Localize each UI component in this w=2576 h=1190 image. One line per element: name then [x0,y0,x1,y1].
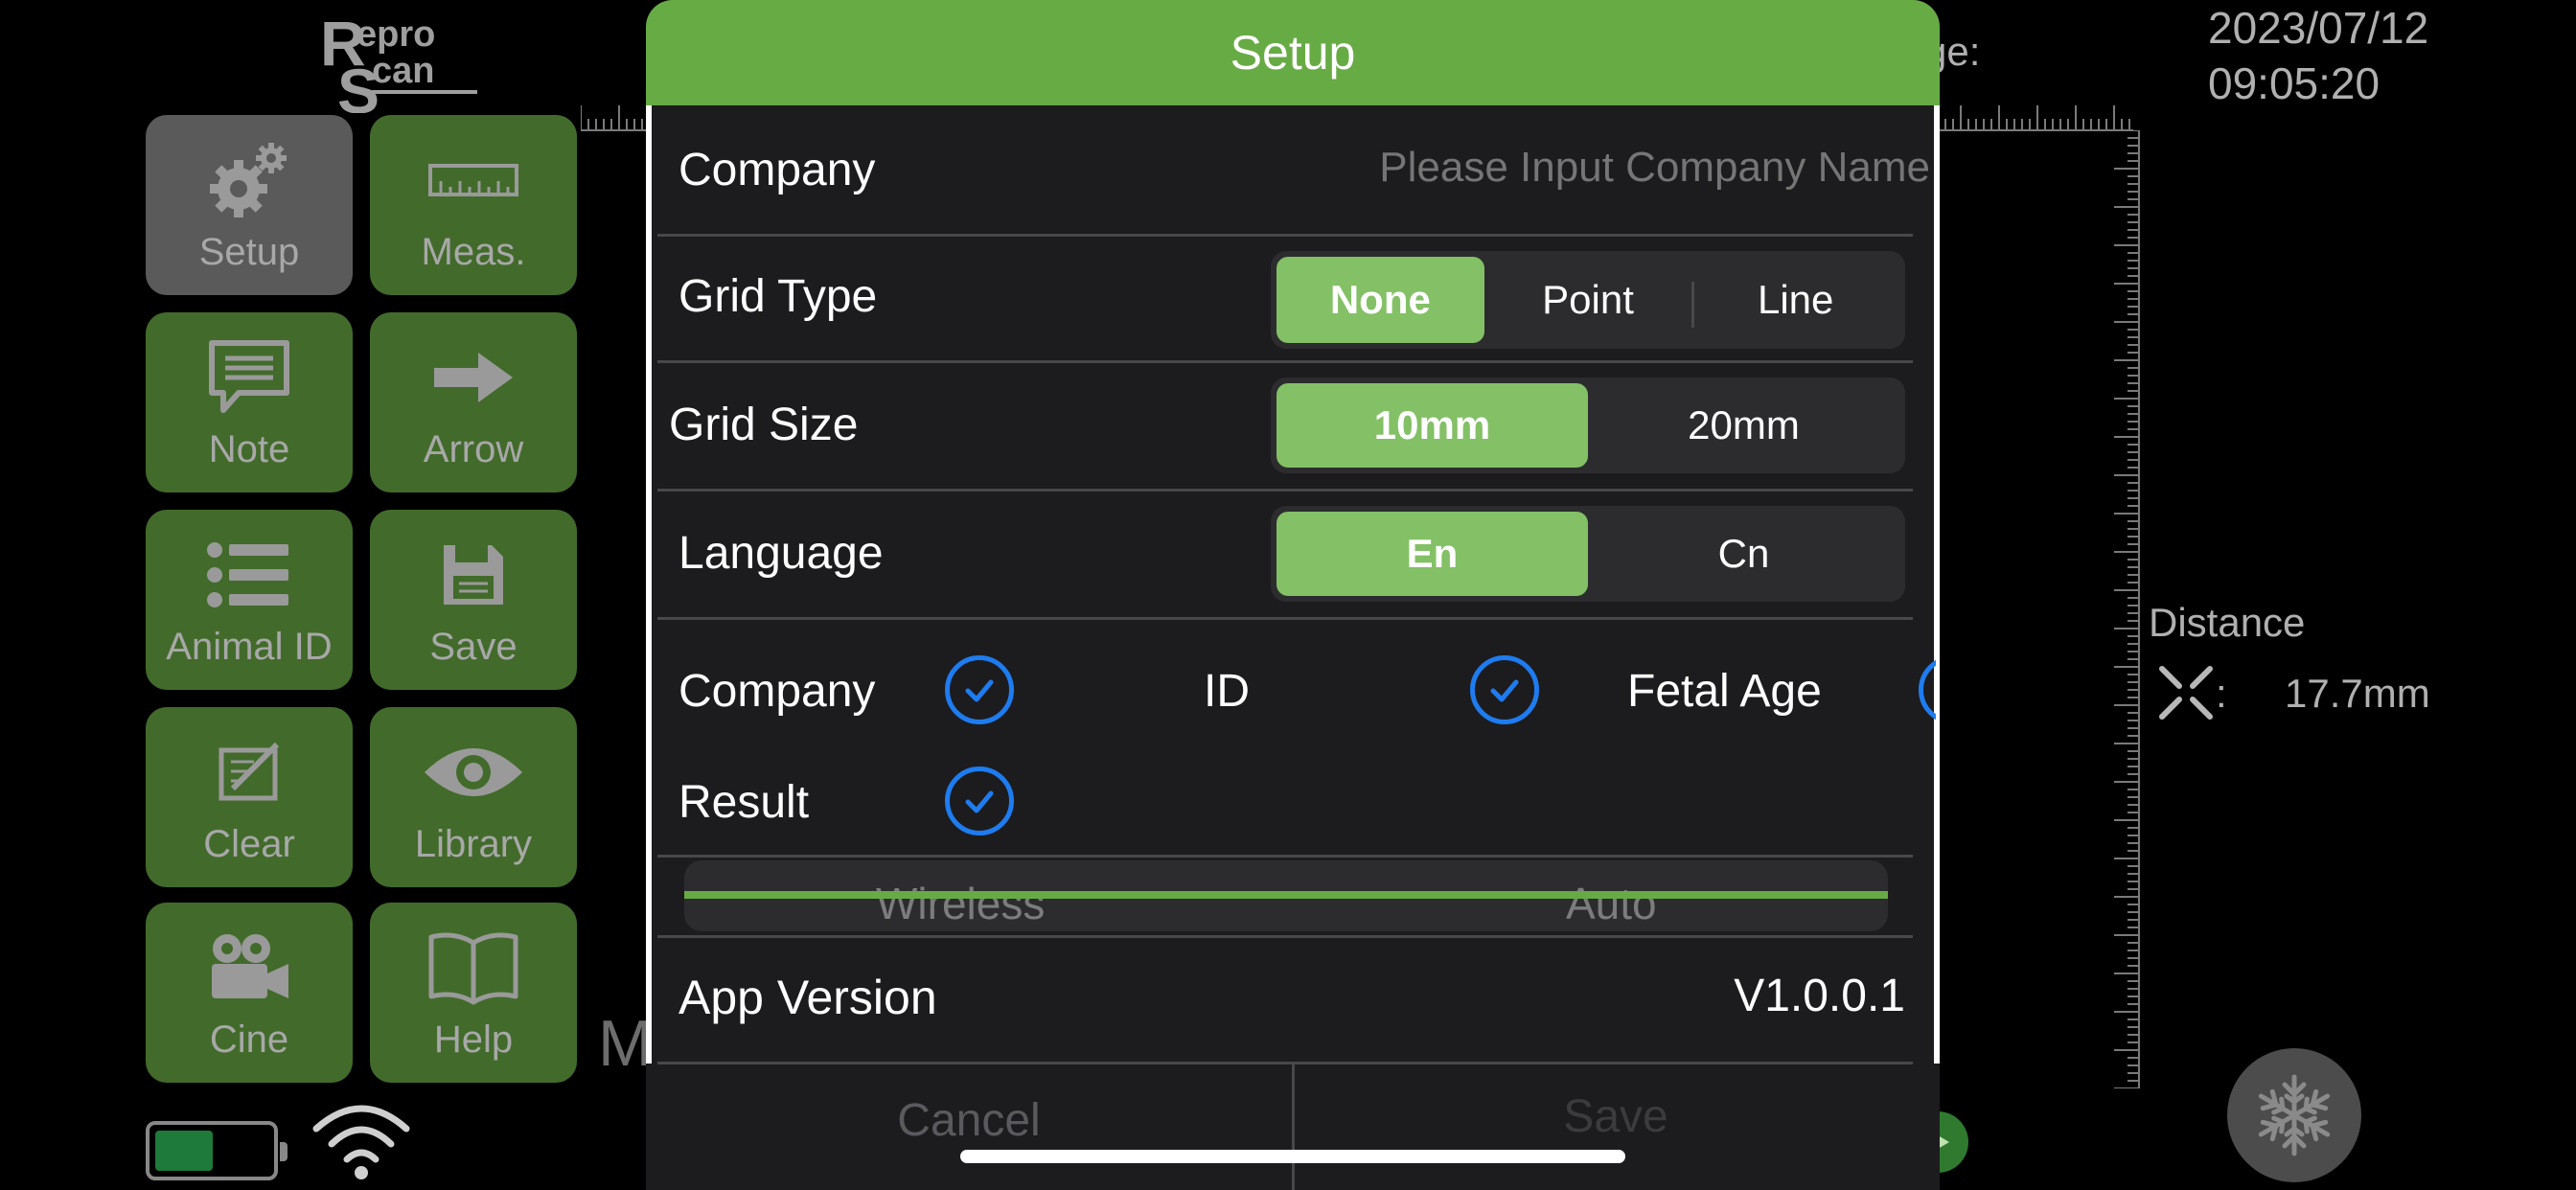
save-tool-button[interactable]: Save [370,510,577,690]
separator [657,935,1913,938]
separator [657,1062,1913,1064]
battery-indicator [146,1121,288,1180]
grid-size-label: Grid Size [669,400,859,450]
show-id-checkbox[interactable] [1470,655,1539,724]
separator [657,617,1913,620]
note-label: Note [208,428,290,470]
grid-type-none[interactable]: None [1276,257,1484,343]
logo-mark: R epro S can [320,8,477,126]
wifi-icon [309,1100,414,1180]
clear-button[interactable]: Clear [146,707,353,887]
language-cn[interactable]: Cn [1588,512,1899,596]
company-label: Company [678,145,876,195]
grid-size-10mm[interactable]: 10mm [1276,383,1588,468]
connection-auto[interactable]: Auto [1566,878,1657,929]
separator [657,360,1913,363]
library-label: Library [414,823,533,865]
grid-size-segmented: 10mm 20mm [1271,378,1905,473]
animal-id-button[interactable]: Animal ID [146,510,353,690]
date-text: 2023/07/12 [2208,3,2429,53]
arrow-button[interactable]: Arrow [370,312,577,492]
eraser-icon [146,724,353,820]
home-indicator[interactable] [960,1150,1625,1163]
grid-type-point[interactable]: Point [1484,257,1692,343]
show-fetal-age-label: Fetal Age [1627,666,1822,717]
separator [657,855,1913,858]
background-text-fragment: M [598,1007,653,1080]
note-button[interactable]: Note [146,312,353,492]
save-tool-label: Save [429,626,518,668]
checkmark-icon [965,790,994,813]
company-input[interactable] [1202,144,1930,192]
note-bubble-icon [146,330,353,425]
grid-type-label: Grid Type [678,271,878,322]
checkmark-icon [1490,679,1519,702]
dialog-right-edge [1934,105,1940,1064]
measure-label: Meas. [421,231,526,273]
show-company-label: Company [678,666,876,717]
dialog-left-edge [646,105,652,1064]
language-en[interactable]: En [1276,512,1588,596]
eye-icon [370,724,577,820]
right-ruler [2114,130,2140,1088]
setup-button[interactable]: Setup [146,115,353,295]
grid-size-20mm[interactable]: 20mm [1588,383,1899,468]
show-fetal-age-checkbox[interactable] [1919,655,1936,724]
battery-fill [155,1131,213,1171]
cine-label: Cine [209,1018,289,1061]
connection-segmented[interactable]: Wireless Auto [684,860,1888,931]
show-id-label: ID [1204,666,1250,717]
list-icon [146,527,353,623]
floppy-disk-icon [370,527,577,623]
language-label: Language [678,528,884,579]
library-button[interactable]: Library [370,707,577,887]
app-version-label: App Version [678,971,937,1024]
book-icon [370,920,577,1016]
dialog-title: Setup [646,0,1940,105]
help-label: Help [433,1018,514,1061]
show-company-checkbox[interactable] [945,655,1014,724]
gears-icon [146,132,353,228]
clear-label: Clear [203,823,295,865]
reproscan-logo: R epro S can [316,8,489,126]
distance-colon: : [2216,671,2227,716]
time-text: 09:05:20 [2208,58,2380,108]
ruler-icon [370,132,577,228]
datetime: 2023/07/12 09:05:20 [2208,0,2428,111]
grid-type-line[interactable]: Line [1691,257,1899,343]
checkbox-ring [1919,655,1936,724]
distance-value: 17.7mm [2285,671,2430,716]
connection-indicator-line [684,891,1888,899]
arrow-label: Arrow [423,428,524,470]
cine-button[interactable]: Cine [146,903,353,1083]
cancel-button[interactable]: Cancel [646,1094,1292,1147]
setup-label: Setup [198,231,300,273]
help-button[interactable]: Help [370,903,577,1083]
grid-type-segmented: None Point Line [1271,251,1905,349]
separator [657,489,1913,492]
language-segmented: En Cn [1271,506,1905,602]
video-camera-icon [146,920,353,1016]
arrow-right-icon [370,330,577,425]
battery-nub [280,1142,288,1161]
snowflake-icon [2250,1074,2338,1159]
checkmark-icon [965,679,994,702]
svg-text:can: can [372,51,434,91]
show-result-label: Result [678,777,810,828]
crosshair-x-icon [2154,661,2221,724]
distance-label: Distance [2149,600,2306,645]
show-result-checkbox[interactable] [945,767,1014,835]
app-version-value: V1.0.0.1 [1734,971,1905,1021]
animal-id-label: Animal ID [166,626,333,668]
connection-wireless[interactable]: Wireless [876,878,1045,929]
save-button[interactable]: Save [1294,1090,1938,1143]
measure-button[interactable]: Meas. [370,115,577,295]
svg-text:epro: epro [356,14,435,55]
freeze-button[interactable] [2227,1048,2361,1182]
separator [657,234,1913,237]
